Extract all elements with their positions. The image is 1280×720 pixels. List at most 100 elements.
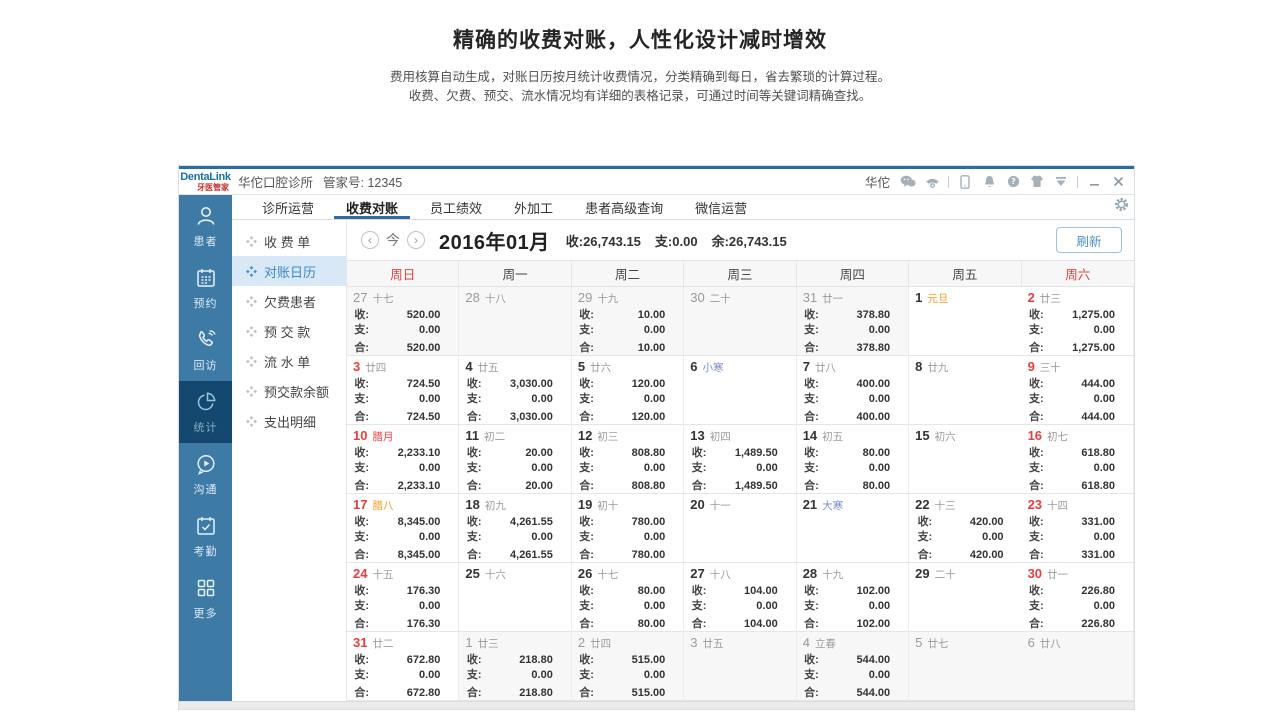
calendar-day-cell[interactable]: 17 腊八 收:8,345.00 支:0.00 合:8,345.00: [347, 494, 459, 563]
day-number: 27: [690, 566, 704, 581]
income-line: 收:1,489.50: [692, 446, 778, 461]
calendar-day-cell[interactable]: 22 十三 收:420.00 支:0.00 合:420.00: [909, 494, 1021, 563]
calendar-day-cell[interactable]: 1 元旦 收: 支: 合:: [909, 287, 1021, 356]
calendar-day-cell[interactable]: 4 立春 收:544.00 支:0.00 合:544.00: [797, 632, 909, 701]
hero-subtitle-line2: 收费、欠费、预交、流水情况均有详细的表格记录，可通过时间等关键词精确查找。: [0, 87, 1280, 106]
calendar-day-cell[interactable]: 2 廿四 收:515.00 支:0.00 合:515.00: [572, 632, 684, 701]
calendar-day-cell[interactable]: 26 十七 收:80.00 支:0.00 合:80.00: [572, 563, 684, 632]
tab[interactable]: 收费对账: [330, 195, 414, 219]
calendar-day-cell[interactable]: 3 廿四 收:724.50 支:0.00 合:724.50: [347, 356, 459, 425]
prev-month-button[interactable]: ‹: [361, 231, 379, 249]
calendar-day-cell[interactable]: 5 廿七 收: 支: 合:: [909, 632, 1021, 701]
day-lunar-label: 初七: [1047, 429, 1068, 444]
calendar-day-cell[interactable]: 24 十五 收:176.30 支:0.00 合:176.30: [347, 563, 459, 632]
sidebar-item-more[interactable]: 更多: [179, 567, 232, 629]
sidebar-item-label: 回访: [194, 357, 218, 373]
calendar-day-cell[interactable]: 13 初四 收:1,489.50 支:0.00 合:1,489.50: [684, 425, 796, 494]
income-line: 收:544.00: [804, 653, 890, 668]
sidebar-item-appointments[interactable]: 预约: [179, 257, 232, 319]
total-line: 合:20.00: [467, 479, 553, 494]
close-icon[interactable]: [1110, 175, 1126, 189]
day-amounts: 收:724.50 支:0.00 合:724.50: [354, 377, 440, 425]
sidebar-item-statistics[interactable]: 统计: [179, 381, 232, 443]
bell-icon[interactable]: [981, 175, 997, 189]
help-icon[interactable]: ?: [1005, 175, 1021, 189]
submenu-item-label: 收 费 单: [264, 232, 310, 251]
wechat-icon[interactable]: [900, 175, 916, 189]
submenu-item[interactable]: 欠费患者: [232, 286, 346, 316]
calendar-day-cell[interactable]: 8 廿九 收: 支: 合:: [909, 356, 1021, 425]
submenu-item[interactable]: 收 费 单: [232, 226, 346, 256]
mobile-icon[interactable]: [957, 175, 973, 189]
calendar-day-cell[interactable]: 21 大寒 收: 支: 合:: [797, 494, 909, 563]
refresh-button[interactable]: 刷新: [1056, 227, 1122, 253]
calendar-day-cell[interactable]: 28 十九 收:102.00 支:0.00 合:102.00: [797, 563, 909, 632]
calendar-day-cell[interactable]: 1 廿三 收:218.80 支:0.00 合:218.80: [459, 632, 571, 701]
day-lunar-label: 十四: [1047, 498, 1068, 513]
tab[interactable]: 员工绩效: [414, 195, 498, 219]
cell-date: 1 元旦: [915, 290, 1015, 306]
calendar-day-cell[interactable]: 12 初三 收:808.80 支:0.00 合:808.80: [572, 425, 684, 494]
submenu-item[interactable]: 预交款余额: [232, 376, 346, 406]
calendar-day-cell[interactable]: 15 初六 收: 支: 合:: [909, 425, 1021, 494]
calendar-day-cell[interactable]: 10 腊月 收:2,233.10 支:0.00 合:2,233.10: [347, 425, 459, 494]
calendar-day-cell[interactable]: 9 三十 收:444.00 支:0.00 合:444.00: [1022, 356, 1134, 425]
sidebar-item-attendance[interactable]: 考勤: [179, 505, 232, 567]
submenu-item[interactable]: 支出明细: [232, 406, 346, 436]
cell-date: 17 腊八: [353, 497, 452, 513]
tab[interactable]: 微信运营: [679, 195, 763, 219]
tab[interactable]: 患者高级查询: [569, 195, 679, 219]
expense-line: 支:0.00: [692, 461, 778, 476]
calendar-day-cell[interactable]: 6 小寒 收: 支: 合:: [684, 356, 796, 425]
calendar-day-cell[interactable]: 27 十七 收:520.00 支:0.00 合:520.00: [347, 287, 459, 356]
day-lunar-label: 小寒: [703, 360, 724, 375]
dropdown-arrow-icon[interactable]: [1053, 175, 1069, 189]
calendar-day-cell[interactable]: 31 廿一 收:378.80 支:0.00 合:378.80: [797, 287, 909, 356]
calendar-day-cell[interactable]: 25 十六 收: 支: 合:: [459, 563, 571, 632]
calendar-day-cell[interactable]: 18 初九 收:4,261.55 支:0.00 合:4,261.55: [459, 494, 571, 563]
submenu-item[interactable]: 预 交 款: [232, 316, 346, 346]
phone-icon[interactable]: [924, 175, 940, 189]
tab[interactable]: 诊所运营: [246, 195, 330, 219]
total-line: 合:218.80: [467, 686, 553, 701]
calendar-day-cell[interactable]: 28 十八 收: 支: 合:: [459, 287, 571, 356]
day-number: 13: [690, 428, 704, 443]
calendar-day-cell[interactable]: 7 廿八 收:400.00 支:0.00 合:400.00: [797, 356, 909, 425]
calendar-day-cell[interactable]: 16 初七 收:618.80 支:0.00 合:618.80: [1022, 425, 1134, 494]
next-month-button[interactable]: ›: [407, 231, 425, 249]
sidebar-item-followup[interactable]: 回访: [179, 319, 232, 381]
today-button[interactable]: 今: [386, 230, 400, 250]
calendar-day-cell[interactable]: 6 廿八 收: 支: 合:: [1022, 632, 1134, 701]
income-line: 收:176.30: [354, 584, 440, 599]
calendar-day-cell[interactable]: 19 初十 收:780.00 支:0.00 合:780.00: [572, 494, 684, 563]
calendar-day-cell[interactable]: 2 廿三 收:1,275.00 支:0.00 合:1,275.00: [1022, 287, 1134, 356]
calendar-check-icon: [194, 514, 218, 538]
calendar-day-cell[interactable]: 14 初五 收:80.00 支:0.00 合:80.00: [797, 425, 909, 494]
calendar-day-cell[interactable]: 30 二十 收: 支: 合:: [684, 287, 796, 356]
calendar-day-cell[interactable]: 3 廿五 收: 支: 合:: [684, 632, 796, 701]
calendar-day-cell[interactable]: 23 十四 收:331.00 支:0.00 合:331.00: [1022, 494, 1134, 563]
calendar-day-cell[interactable]: 30 廿一 收:226.80 支:0.00 合:226.80: [1022, 563, 1134, 632]
calendar-day-cell[interactable]: 31 廿二 收:672.80 支:0.00 合:672.80: [347, 632, 459, 701]
submenu-item[interactable]: 流 水 单: [232, 346, 346, 376]
calendar-day-cell[interactable]: 27 十八 收:104.00 支:0.00 合:104.00: [684, 563, 796, 632]
tab[interactable]: 外加工: [498, 195, 569, 219]
submenu-item[interactable]: 对账日历: [232, 256, 346, 286]
calendar-day-cell[interactable]: 5 廿六 收:120.00 支:0.00 合:120.00: [572, 356, 684, 425]
income-line: 收:3,030.00: [467, 377, 553, 392]
minimize-icon[interactable]: [1086, 175, 1102, 189]
sidebar-item-communication[interactable]: 沟通: [179, 443, 232, 505]
calendar-day-cell[interactable]: 29 二十 收: 支: 合:: [909, 563, 1021, 632]
settings-gear-icon[interactable]: [1114, 197, 1129, 212]
svg-text:?: ?: [1011, 177, 1016, 186]
calendar-day-cell[interactable]: 29 十九 收:10.00 支:0.00 合:10.00: [572, 287, 684, 356]
sidebar-item-patients[interactable]: 患者: [179, 195, 232, 257]
calendar-day-cell[interactable]: 11 初二 收:20.00 支:0.00 合:20.00: [459, 425, 571, 494]
day-amounts: 收:444.00 支:0.00 合:444.00: [1029, 377, 1115, 425]
calendar-day-cell[interactable]: 20 十一 收: 支: 合:: [684, 494, 796, 563]
shirt-icon[interactable]: [1029, 175, 1045, 189]
user-name: 华佗: [865, 172, 890, 191]
total-line: 合:120.00: [579, 410, 665, 425]
total-line: 合:4,261.55: [467, 548, 553, 563]
calendar-day-cell[interactable]: 4 廿五 收:3,030.00 支:0.00 合:3,030.00: [459, 356, 571, 425]
